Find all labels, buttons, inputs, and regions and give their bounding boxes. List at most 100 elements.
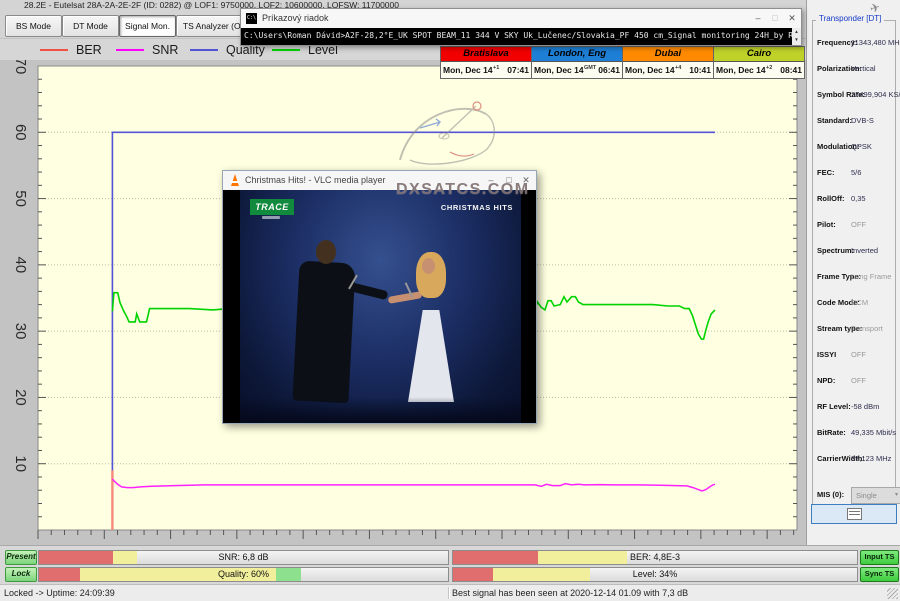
cmd-close-button[interactable]: ✕ — [785, 12, 799, 25]
performer-female-face — [422, 258, 435, 274]
transponder-field-row: Polarization:Vertical — [807, 64, 900, 75]
tab-signal-mon[interactable]: Signal Mon. — [119, 15, 176, 37]
performer-female-dress — [408, 310, 454, 402]
transponder-field-row: Frame Type:Long Frame — [807, 272, 900, 283]
clock-date: Mon, Dec 14 — [716, 62, 766, 78]
transponder-field-row: FEC:5/6 — [807, 168, 900, 179]
field-value: Long Frame — [851, 272, 891, 281]
performer-female-arm — [388, 291, 423, 304]
trace-logo-subtext — [262, 216, 280, 219]
snr-bar: SNR: 6,8 dB — [38, 550, 449, 565]
legend-swatch-snr — [116, 49, 144, 51]
field-value: QPSK — [851, 142, 872, 151]
clock-date: Mon, Dec 14 — [625, 62, 675, 78]
transponder-field-row: Modulation:QPSK — [807, 142, 900, 153]
transponder-field-row: Standard:DVB-S — [807, 116, 900, 127]
scroll-down-icon[interactable]: ▼ — [792, 36, 801, 44]
bar-label: BER: 4,8E-3 — [453, 552, 857, 562]
cmd-titlebar[interactable]: C:\ Príkazový riadok – □ ✕ — [241, 9, 801, 28]
transponder-field-row: Spectrum:Inverted — [807, 246, 900, 257]
vlc-video-surface[interactable]: TRACE CHRISTMAS HITS — [223, 190, 536, 423]
vlc-maximize-button[interactable]: □ — [502, 174, 516, 187]
clock-tz: GMT — [584, 60, 596, 76]
cmd-command-text: C:\Users\Roman Dávid>A2F-28,2°E_UK SPOT … — [244, 31, 801, 40]
transponder-field-row: Pilot:OFF — [807, 220, 900, 231]
scroll-up-icon[interactable]: ▲ — [792, 28, 801, 36]
vlc-close-button[interactable]: ✕ — [519, 174, 533, 187]
legend-swatch-level — [272, 49, 300, 51]
stage-floor-shadow — [240, 397, 521, 423]
transponder-field-row: RollOff: 0,35 — [807, 194, 900, 205]
cmd-minimize-button[interactable]: – — [751, 12, 765, 25]
field-value: 11343,480 MHz — [851, 38, 900, 47]
clock-dubai: Dubai Mon, Dec 14 +4 10:41 — [623, 46, 714, 79]
vlc-window: Christmas Hits! - VLC media player – □ ✕… — [222, 170, 537, 424]
clock-date: Mon, Dec 14 — [534, 62, 584, 78]
svg-text:40: 40 — [12, 257, 29, 274]
transponder-field-row: BitRate:49,335 Mbit/s — [807, 428, 900, 439]
trace-channel-logo: TRACE — [250, 199, 294, 215]
cmd-console[interactable]: C:\Users\Roman Dávid>A2F-28,2°E_UK SPOT … — [241, 28, 801, 45]
field-label: RollOff: — [817, 194, 845, 203]
field-label: Spectrum: — [817, 246, 854, 255]
transponder-field-row: Code Mode:CCM — [807, 298, 900, 309]
field-value: 0,35 — [851, 194, 866, 203]
cmd-maximize-button[interactable]: □ — [768, 12, 782, 25]
field-value: OFF — [851, 376, 866, 385]
level-bar: Level: 34% — [452, 567, 858, 582]
present-button[interactable]: Present — [5, 550, 37, 565]
ber-bar: BER: 4,8E-3 — [452, 550, 858, 565]
statusbar-divider — [448, 587, 449, 599]
clock-city: Cairo — [714, 47, 804, 62]
legend-swatch-ber — [40, 49, 68, 51]
vlc-window-title: Christmas Hits! - VLC media player — [245, 175, 386, 185]
resize-grip[interactable] — [887, 588, 898, 599]
legend-label-snr: SNR — [152, 43, 178, 57]
field-value: OFF — [851, 220, 866, 229]
list-icon — [847, 508, 862, 520]
performer-male-head — [316, 240, 336, 264]
cmd-scrollbar[interactable]: ▲ ▼ — [792, 28, 801, 45]
lock-button[interactable]: Lock — [5, 567, 37, 582]
mis-row: MIS (0): Single ▾ — [807, 490, 900, 501]
transponder-field-row: ISSYI OFF — [807, 350, 900, 361]
field-value: Inverted — [851, 246, 878, 255]
svg-text:20: 20 — [12, 389, 29, 406]
field-value: 49,335 Mbit/s — [851, 428, 896, 437]
legend-label-ber: BER — [76, 43, 102, 57]
best-signal-status: Best signal has been seen at 2020-12-14 … — [452, 588, 688, 598]
sync-ts-button[interactable]: Sync TS — [860, 567, 899, 582]
bar-label: Level: 34% — [453, 569, 857, 579]
clock-tz: +2 — [766, 60, 772, 76]
clock-tz: +1 — [493, 60, 499, 76]
clock-time: 07:41 — [507, 62, 529, 78]
vlc-titlebar[interactable]: Christmas Hits! - VLC media player – □ ✕ — [223, 171, 536, 190]
cmd-window: C:\ Príkazový riadok – □ ✕ C:\Users\Roma… — [240, 8, 802, 46]
transponder-field-row: CarrierWidth:37,123 MHz — [807, 454, 900, 465]
svg-text:70: 70 — [12, 60, 29, 74]
clock-date: Mon, Dec 14 — [443, 62, 493, 78]
mis-label: MIS (0): — [817, 490, 844, 499]
vlc-minimize-button[interactable]: – — [484, 174, 498, 187]
clock-city: London, Eng — [532, 47, 622, 62]
cmd-icon: C:\ — [246, 13, 257, 24]
clock-time: 10:41 — [689, 62, 711, 78]
field-value: Transport — [851, 324, 883, 333]
input-ts-button[interactable]: Input TS — [860, 550, 899, 565]
tab-bs-mode[interactable]: BS Mode — [5, 15, 62, 37]
video-scene: TRACE CHRISTMAS HITS — [240, 190, 521, 423]
field-label: Standard: — [817, 116, 852, 125]
transponder-field-row: RF Level:-58 dBm — [807, 402, 900, 413]
tab-dt-mode[interactable]: DT Mode — [62, 15, 119, 37]
mis-dropdown[interactable]: Single ▾ — [851, 487, 900, 504]
transponder-field-row: NPD:OFF — [807, 376, 900, 387]
transponder-footer-button[interactable] — [811, 504, 897, 524]
mis-value: Single — [856, 491, 877, 500]
field-value: -58 dBm — [851, 402, 879, 411]
clock-tz: +4 — [675, 60, 681, 76]
clock-cairo: Cairo Mon, Dec 14 +2 08:41 — [714, 46, 805, 79]
field-value: OFF — [851, 350, 866, 359]
transponder-panel: Transponder [DT] Frequency:11343,480 MHz… — [806, 0, 900, 545]
svg-text:60: 60 — [12, 124, 29, 141]
field-label: ISSYI — [817, 350, 836, 359]
